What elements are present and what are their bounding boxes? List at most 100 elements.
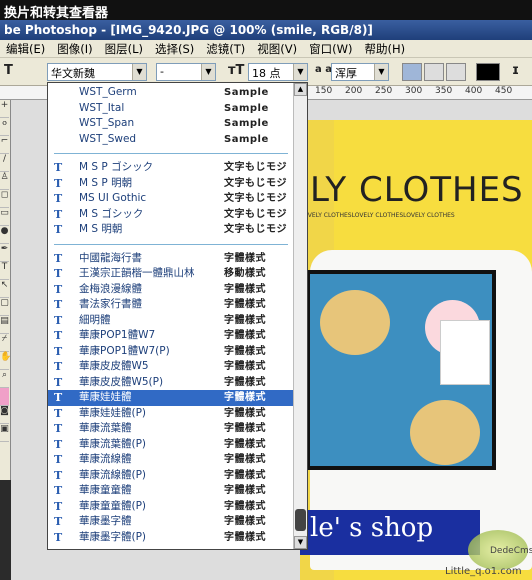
ruler-tick: 150 [315, 86, 333, 96]
font-list-item[interactable]: T 王漢宗正韻楷一體鼎山林 移動樣式 [48, 266, 294, 282]
font-size-select[interactable]: 18 点 ▼ [248, 63, 308, 81]
font-dropdown[interactable]: WST_Germ Sample WST_Ital Sample WST_Span Samp… [47, 82, 308, 550]
align-left-button[interactable] [402, 63, 422, 81]
pen-tool-icon[interactable]: ✒ [0, 244, 9, 262]
font-sample: 字體樣式 [224, 438, 266, 450]
font-sample: 文字もじモジ [224, 177, 287, 189]
menu-image[interactable]: 图像(I) [51, 40, 98, 57]
truetype-font-icon: T [54, 176, 63, 190]
font-list-item[interactable]: T 華康皮皮體W5 字體樣式 [48, 359, 294, 375]
font-sample: Sample [224, 87, 269, 98]
eraser-tool-icon[interactable]: ◻ [0, 190, 9, 208]
font-list-item[interactable]: T 中國龍海行書 字體樣式 [48, 251, 294, 267]
scroll-thumb[interactable] [295, 509, 306, 531]
chevron-down-icon[interactable]: ▼ [293, 64, 307, 80]
menu-help[interactable]: 帮助(H) [358, 40, 411, 57]
menu-edit[interactable]: 编辑(E) [0, 40, 51, 57]
font-sample: 字體樣式 [224, 485, 266, 496]
move-tool-icon[interactable]: + [0, 100, 9, 118]
shape-tool-icon[interactable]: ▢ [0, 298, 9, 316]
zoom-tool-icon[interactable]: ⌕ [0, 370, 9, 388]
font-list-item[interactable]: T 金梅浪漫線體 字體樣式 [48, 282, 294, 298]
path-tool-icon[interactable]: ↖ [0, 280, 9, 298]
menu-filter[interactable]: 滤镜(T) [200, 40, 251, 57]
type-tool-icon[interactable]: T [0, 262, 9, 280]
truetype-font-icon: T [54, 161, 63, 174]
font-list-item[interactable]: T 華康墨字體 字體樣式 [48, 514, 294, 530]
font-list-item[interactable]: T 華康童童體 字體樣式 [48, 483, 294, 499]
font-list-item[interactable]: T 書法家行書體 字體樣式 [48, 297, 294, 313]
scroll-down-icon[interactable]: ▼ [294, 536, 307, 549]
font-name: 細明體 [79, 313, 111, 326]
font-list-item[interactable]: WST_Germ Sample [48, 85, 294, 101]
font-list-item[interactable]: T 華康娃娃體(P) 字體樣式 [48, 406, 294, 422]
window-title: be Photoshop - [IMG_9420.JPG @ 100% (smi… [0, 20, 532, 40]
lasso-tool-icon[interactable]: ⲟ [0, 118, 9, 136]
menu-view[interactable]: 视图(V) [251, 40, 303, 57]
photo-headline: LY CLOTHES [310, 170, 524, 210]
menu-select[interactable]: 选择(S) [149, 40, 200, 57]
font-list-item[interactable]: T 華康流線體(P) 字體樣式 [48, 468, 294, 484]
chevron-down-icon[interactable]: ▼ [132, 64, 146, 80]
font-list-item[interactable]: WST_Ital Sample [48, 101, 294, 117]
font-list-item[interactable]: WST_Swed Sample [48, 132, 294, 148]
screen-mode-icon[interactable]: ▣ [0, 424, 9, 442]
antialias-select[interactable]: 浑厚 ▼ [331, 63, 389, 81]
font-name: WST_Span [79, 117, 135, 129]
font-list-item[interactable]: T 華康娃娃體 字體樣式 [48, 390, 294, 406]
text-color-swatch[interactable] [476, 63, 500, 81]
font-list-item[interactable]: T 華康墨字體(P) 字體樣式 [48, 530, 294, 546]
menu-layer[interactable]: 图层(L) [99, 40, 149, 57]
notes-tool-icon[interactable]: ▤ [0, 316, 9, 334]
font-list-item[interactable]: T 華康皮皮體W5(P) 字體樣式 [48, 375, 294, 391]
stamp-tool-icon[interactable]: ♙ [0, 172, 9, 190]
font-sample: 文字もじモジ [224, 224, 287, 235]
color-swatch-icon[interactable] [0, 388, 9, 406]
font-list-item[interactable]: T 華康流線體 字體樣式 [48, 452, 294, 468]
dodge-tool-icon[interactable]: ● [0, 226, 9, 244]
document-photo[interactable]: LY CLOTHES LOVELY CLOTHESLOVELY CLOTHESL… [300, 120, 532, 580]
chevron-down-icon[interactable]: ▼ [374, 64, 388, 80]
font-family-select[interactable]: 华文新魏 ▼ [47, 63, 147, 81]
font-list-item[interactable]: WST_Span Sample [48, 116, 294, 132]
font-style-select[interactable]: - ▼ [156, 63, 216, 81]
scroll-up-icon[interactable]: ▲ [294, 83, 307, 96]
font-list-item[interactable]: T 華康童童體(P) 字體樣式 [48, 499, 294, 515]
align-center-button[interactable] [424, 63, 444, 81]
font-name: 華康童童體 [79, 484, 132, 496]
font-list-item[interactable]: T M S P 明朝 文字もじモジ [48, 176, 294, 192]
eyedropper-tool-icon[interactable]: ⌿ [0, 334, 9, 352]
align-right-button[interactable] [446, 63, 466, 81]
text-tool-icon[interactable]: T [4, 63, 13, 78]
font-list-scrollbar[interactable]: ▲ ▼ [293, 83, 307, 549]
font-name: 華康POP1體W7(P) [79, 344, 170, 357]
gradient-tool-icon[interactable]: ▭ [0, 208, 9, 226]
font-list-item[interactable]: T 華康POP1體W7 字體樣式 [48, 328, 294, 344]
brush-tool-icon[interactable]: / [0, 154, 9, 172]
font-list-item[interactable]: T 華康POP1體W7(P) 字體樣式 [48, 344, 294, 360]
font-size-icon: ᴛT [228, 63, 245, 78]
crop-tool-icon[interactable]: ⌐ [0, 136, 9, 154]
font-name: 中國龍海行書 [79, 251, 142, 264]
font-name: 華康流線體(P) [79, 468, 147, 481]
font-list-item[interactable]: T M S ゴシック 文字もじモジ [48, 207, 294, 223]
font-sample: Sample [224, 133, 269, 145]
font-list-item[interactable]: T M S 明朝 文字もじモジ [48, 222, 294, 238]
font-list-item[interactable]: T MS UI Gothic 文字もじモジ [48, 191, 294, 207]
truetype-font-icon: T [54, 437, 63, 451]
hand-tool-icon[interactable]: ✋ [0, 352, 11, 370]
truetype-font-icon: T [54, 267, 63, 280]
font-list-item[interactable]: T 華康流葉體(P) 字體樣式 [48, 437, 294, 453]
ruler-tick: 350 [435, 86, 453, 96]
menu-window[interactable]: 窗口(W) [303, 40, 358, 57]
font-list-item[interactable]: T 細明體 字體樣式 [48, 313, 294, 329]
truetype-font-icon: T [54, 484, 63, 497]
chevron-down-icon[interactable]: ▼ [201, 64, 215, 80]
warp-text-icon[interactable]: ɪ [512, 63, 519, 78]
font-sample: 字體樣式 [224, 283, 266, 295]
quickmask-icon[interactable]: ◙ [0, 406, 9, 424]
font-sample: 字體樣式 [224, 469, 266, 481]
font-list-item[interactable]: T M S P ゴシック 文字もじモジ [48, 160, 294, 176]
font-name: 華康皮皮體W5(P) [79, 375, 164, 388]
font-list-item[interactable]: T 華康流葉體 字體樣式 [48, 421, 294, 437]
